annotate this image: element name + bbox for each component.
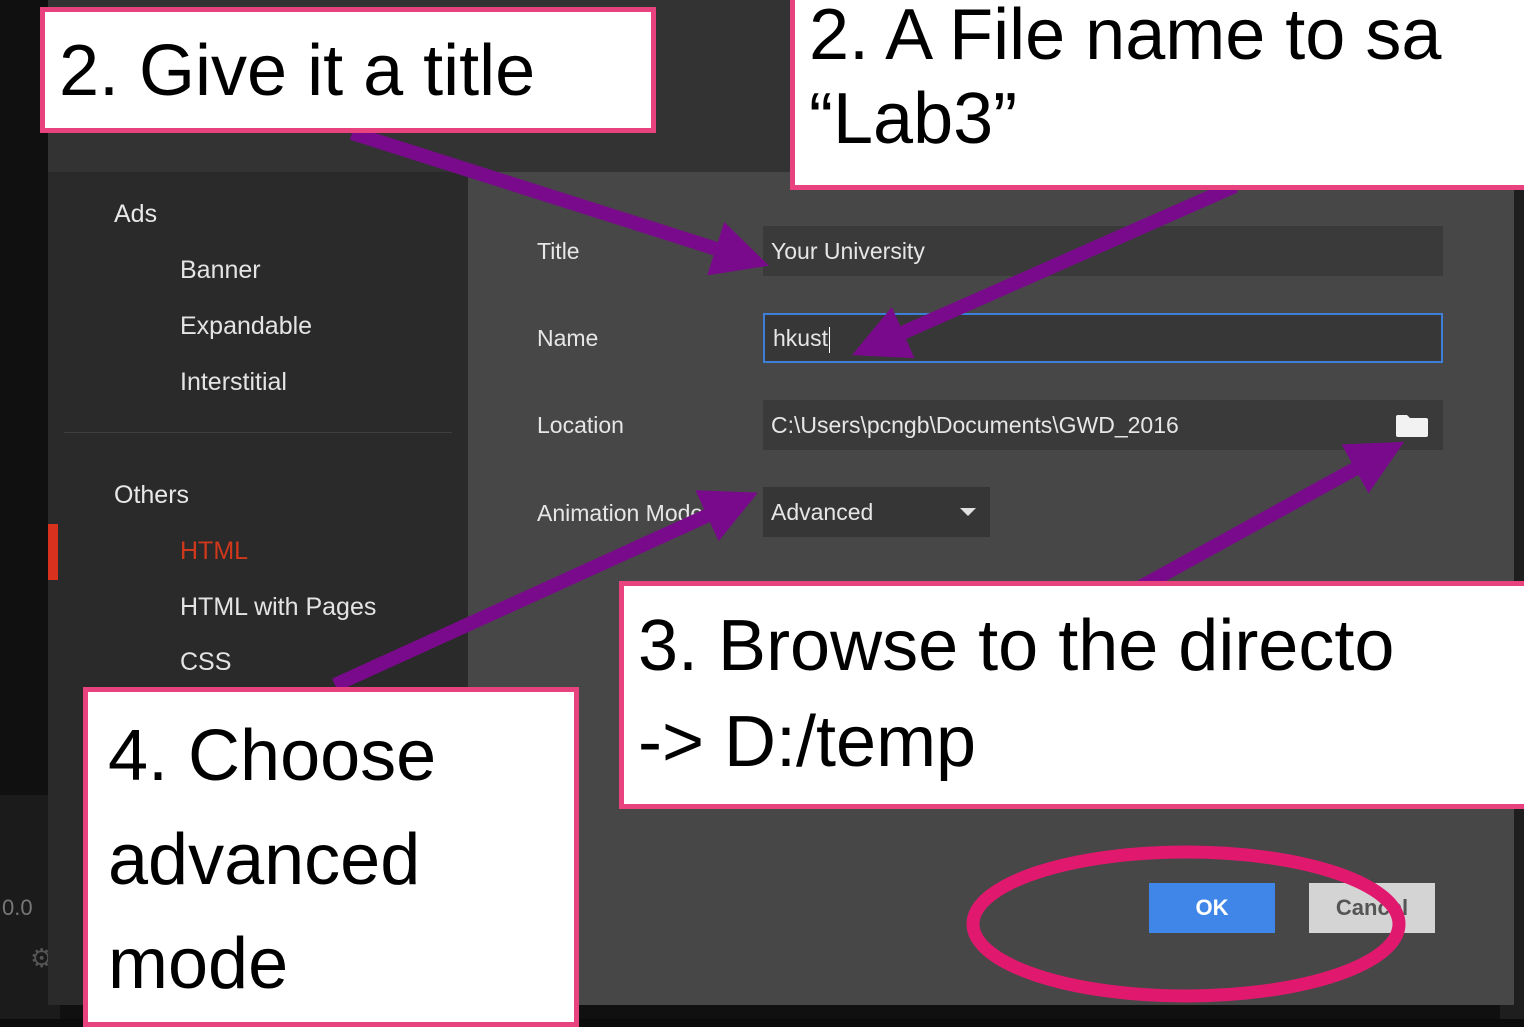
name-label: Name	[537, 325, 599, 351]
sidebar-item-interstitial[interactable]: Interstitial	[180, 368, 287, 397]
callout-choose-mode: 4. Choose advanced mode	[83, 687, 579, 1027]
sidebar-item-html[interactable]: HTML	[180, 537, 248, 566]
callout-browse-directory: 3. Browse to the directo -> D:/temp	[619, 581, 1524, 809]
callout-mode-line1: 4. Choose	[108, 716, 437, 796]
sidebar-heading-others: Others	[114, 481, 190, 509]
timeline-readout: 0.0	[2, 895, 33, 920]
name-value: hkust	[773, 325, 828, 351]
folder-icon[interactable]	[1395, 414, 1429, 438]
sidebar-item-html-with-pages[interactable]: HTML with Pages	[180, 593, 376, 622]
callout-mode-line2: advanced	[108, 820, 421, 900]
name-input[interactable]: hkust	[763, 313, 1443, 363]
animation-mode-select[interactable]: Advanced	[763, 487, 990, 537]
title-value: Your University	[771, 238, 925, 264]
sidebar-active-marker	[48, 524, 58, 580]
cancel-button[interactable]: Cancel	[1309, 883, 1435, 933]
callout-file-name-line1: 2. A File name to sa	[809, 0, 1442, 75]
sidebar-item-banner[interactable]: Banner	[180, 256, 261, 285]
location-label: Location	[537, 412, 624, 438]
location-value: C:\Users\pcngb\Documents\GWD_2016	[771, 412, 1179, 438]
animation-mode-value: Advanced	[771, 499, 874, 525]
text-caret	[828, 326, 830, 353]
title-input[interactable]: Your University	[763, 226, 1443, 276]
callout-give-title-text: 2. Give it a title	[59, 31, 536, 111]
callout-give-title: 2. Give it a title	[40, 7, 656, 133]
location-input[interactable]: C:\Users\pcngb\Documents\GWD_2016	[763, 400, 1443, 450]
sidebar-heading-ads: Ads	[114, 200, 158, 228]
ok-button[interactable]: OK	[1149, 883, 1275, 933]
chevron-down-icon	[960, 508, 976, 516]
sidebar-divider	[64, 432, 452, 433]
sidebar-item-expandable[interactable]: Expandable	[180, 312, 312, 341]
title-label: Title	[537, 238, 580, 264]
animation-mode-label: Animation Mode	[537, 500, 704, 526]
callout-file-name-line2: “Lab3”	[809, 79, 1018, 159]
callout-browse-line2: -> D:/temp	[638, 702, 977, 782]
callout-file-name: 2. A File name to sa “Lab3”	[790, 0, 1524, 190]
callout-browse-line1: 3. Browse to the directo	[638, 606, 1395, 686]
sidebar-item-css[interactable]: CSS	[180, 648, 231, 677]
callout-mode-line3: mode	[108, 924, 289, 1004]
